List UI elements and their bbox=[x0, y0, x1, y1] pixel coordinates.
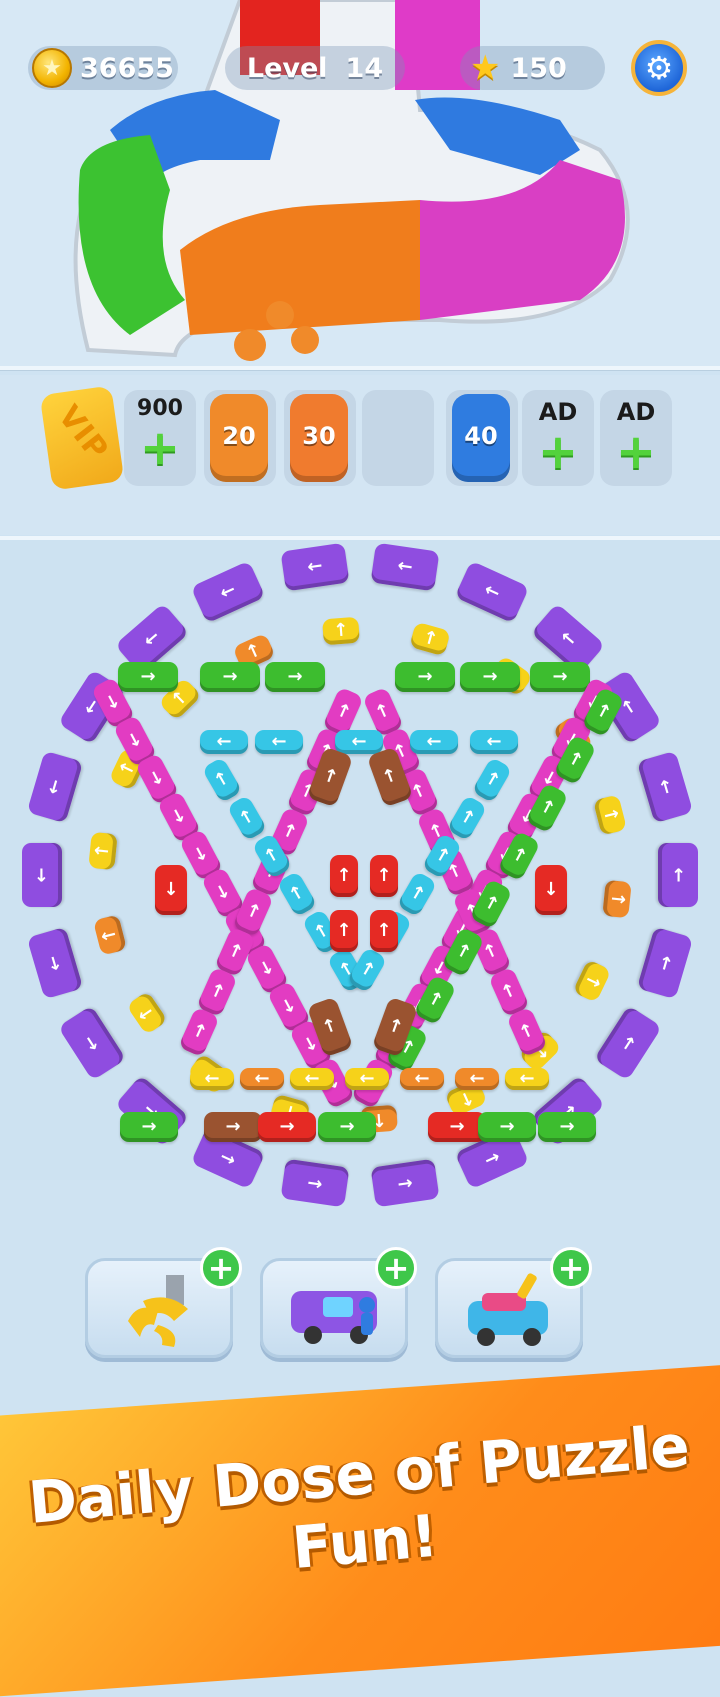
walker bbox=[266, 301, 294, 329]
coin-counter: ★ 36655 bbox=[28, 46, 178, 90]
puzzle-car[interactable]: ↓ bbox=[155, 865, 187, 915]
star-value: 150 bbox=[510, 52, 567, 84]
puzzle-car[interactable]: ← bbox=[455, 1068, 499, 1090]
level-indicator: Level 14 bbox=[225, 46, 405, 90]
plus-icon: + bbox=[139, 420, 181, 476]
puzzle-car[interactable]: → bbox=[538, 1112, 596, 1142]
vip-label: VIP bbox=[50, 399, 116, 468]
star-icon: ★ bbox=[470, 48, 501, 88]
puzzle-car[interactable]: ↑ bbox=[330, 855, 358, 897]
car-capacity: 30 bbox=[302, 422, 336, 450]
walker bbox=[234, 329, 266, 361]
puzzle-car[interactable]: → bbox=[318, 1112, 376, 1142]
plus-icon: + bbox=[615, 424, 657, 480]
level-value: 14 bbox=[345, 52, 384, 84]
puzzle-car[interactable]: ← bbox=[290, 1068, 334, 1090]
puzzle-car[interactable]: ← bbox=[335, 730, 383, 754]
plus-icon: + bbox=[375, 1247, 417, 1289]
puzzle-car[interactable]: → bbox=[530, 662, 590, 692]
vip-slot[interactable]: VIP bbox=[39, 385, 125, 491]
puzzle-car[interactable]: ↑ bbox=[601, 880, 632, 919]
slot-car: 30 bbox=[290, 394, 348, 482]
puzzle-car[interactable]: ← bbox=[345, 1068, 389, 1090]
puzzle-car[interactable]: ↑ bbox=[88, 831, 119, 870]
car-slot: 20 bbox=[204, 390, 276, 486]
level-label: Level bbox=[246, 52, 328, 84]
coin-value: 36655 bbox=[80, 52, 174, 84]
plus-icon: + bbox=[200, 1247, 242, 1289]
car-capacity: 40 bbox=[464, 422, 498, 450]
puzzle-car[interactable]: ← bbox=[200, 730, 248, 754]
puzzle-car[interactable]: ← bbox=[280, 1159, 350, 1208]
settings-button[interactable]: ⚙ bbox=[631, 40, 687, 96]
star-counter: ★ 150 bbox=[460, 46, 605, 90]
puzzle-car[interactable]: → bbox=[460, 662, 520, 692]
plus-icon: + bbox=[550, 1247, 592, 1289]
puzzle-car[interactable]: → bbox=[120, 1112, 178, 1142]
puzzle-car[interactable]: ← bbox=[410, 730, 458, 754]
puzzle-car[interactable]: ← bbox=[22, 843, 62, 907]
puzzle-car[interactable]: → bbox=[258, 1112, 316, 1142]
puzzle-car[interactable]: ← bbox=[400, 1068, 444, 1090]
puzzle-car[interactable]: ← bbox=[255, 730, 303, 754]
coin-icon: ★ bbox=[32, 48, 72, 88]
puzzle-car[interactable]: ← bbox=[370, 542, 440, 591]
puzzle-car[interactable]: → bbox=[478, 1112, 536, 1142]
empty-slot bbox=[362, 390, 434, 486]
puzzle-car[interactable]: ← bbox=[370, 1159, 440, 1208]
car-slot: 30 bbox=[284, 390, 356, 486]
puzzle-car[interactable]: ← bbox=[470, 730, 518, 754]
puzzle-car[interactable]: ↓ bbox=[535, 865, 567, 915]
car-capacity: 20 bbox=[222, 422, 256, 450]
puzzle-car[interactable]: ← bbox=[505, 1068, 549, 1090]
puzzle-car[interactable]: ← bbox=[190, 1068, 234, 1090]
game-scene: ★ 36655 Level 14 ★ 150 ⚙ VIP 900 + 20 30 bbox=[0, 0, 720, 1697]
puzzle-car[interactable]: ← bbox=[658, 843, 698, 907]
puzzle-car[interactable]: → bbox=[265, 662, 325, 692]
puzzle-car[interactable]: → bbox=[118, 662, 178, 692]
booster-paint[interactable]: + bbox=[435, 1247, 592, 1358]
puzzle-car[interactable]: ↑ bbox=[330, 910, 358, 952]
slot-car: 20 bbox=[210, 394, 268, 482]
gear-icon: ⚙ bbox=[644, 49, 674, 87]
puzzle-car[interactable]: → bbox=[204, 1112, 262, 1142]
car-slot: 40 bbox=[446, 390, 518, 486]
crowd-track-area: ★ 36655 Level 14 ★ 150 ⚙ bbox=[0, 0, 720, 370]
puzzle-car[interactable]: ↑ bbox=[370, 855, 398, 897]
booster-van[interactable]: + bbox=[260, 1247, 417, 1358]
puzzle-car[interactable]: ← bbox=[240, 1068, 284, 1090]
puzzle-car[interactable]: ↑ bbox=[321, 616, 360, 645]
puzzle-car[interactable]: → bbox=[395, 662, 455, 692]
puzzle-car[interactable]: ← bbox=[280, 542, 350, 591]
ad-label: AD bbox=[538, 398, 578, 426]
slot-car: 40 bbox=[452, 394, 510, 482]
slot-price: 900 bbox=[137, 396, 183, 421]
plus-icon: + bbox=[537, 424, 579, 480]
booster-claw[interactable]: + bbox=[85, 1247, 242, 1358]
divider-top bbox=[0, 366, 720, 370]
buy-slot[interactable]: 900 + bbox=[124, 390, 196, 486]
walker bbox=[291, 326, 319, 354]
ad-label: AD bbox=[616, 398, 656, 426]
ad-slot[interactable]: AD + bbox=[600, 390, 672, 486]
ad-slot[interactable]: AD + bbox=[522, 390, 594, 486]
puzzle-car[interactable]: → bbox=[200, 662, 260, 692]
puzzle-car[interactable]: ↑ bbox=[370, 910, 398, 952]
